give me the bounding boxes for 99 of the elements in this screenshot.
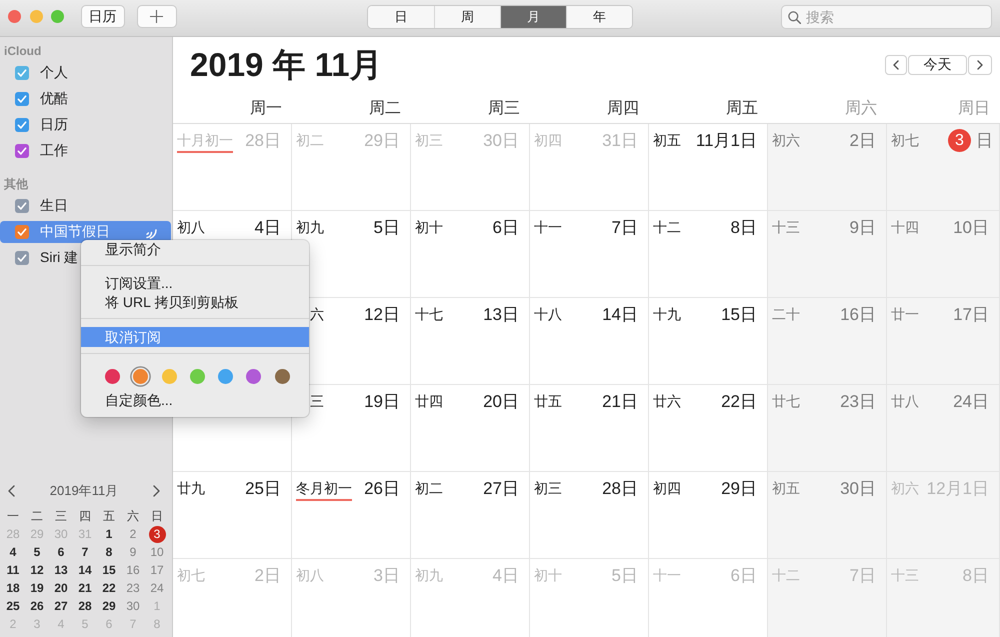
day-number: 31日 (602, 131, 638, 151)
weekday-label: 四 (79, 508, 91, 524)
lunar-date: 初七 (177, 566, 205, 585)
day-number: 13日 (483, 305, 519, 325)
lunar-date: 初六 (772, 131, 800, 150)
day-number: 7日 (612, 218, 638, 238)
day-number: 23日 (840, 392, 876, 412)
day-number: 9日 (850, 218, 876, 238)
day-number: 8日 (730, 218, 757, 238)
weekday-label: 周二 (369, 98, 401, 118)
weekday-label: 三 (55, 508, 67, 524)
day-number: 14日 (602, 305, 638, 325)
day-number: 21日 (602, 392, 638, 412)
lunar-date: 初二 (415, 479, 443, 498)
day-number: 12日 (364, 305, 400, 325)
lunar-date: 二十 (772, 305, 800, 324)
day-number: 5日 (374, 218, 400, 238)
weekday-label: 日 (151, 508, 163, 524)
lunar-date: 十三 (772, 218, 800, 237)
month-title: 2019 年 11月 (190, 45, 383, 85)
day-number: 4日 (254, 218, 281, 238)
lunar-date: 廿四 (415, 392, 443, 411)
lunar-date: 十七 (415, 305, 443, 324)
lunar-date: 十一 (534, 218, 562, 237)
lunar-date: 初十 (415, 218, 443, 237)
lunar-date: 初七 (891, 131, 919, 150)
day-number: 19日 (364, 392, 400, 412)
day-number: 2日 (254, 566, 281, 586)
day-number: 10日 (953, 218, 989, 238)
weekday-label: 周四 (607, 98, 639, 118)
lunar-date: 初三 (534, 479, 562, 498)
day-number: 4日 (492, 566, 519, 586)
day-number: 7日 (850, 566, 876, 586)
lunar-date: 十九 (653, 305, 681, 324)
lunar-date: 初九 (415, 566, 443, 585)
day-number: 17日 (953, 305, 989, 325)
weekday-label: 周日 (958, 98, 990, 118)
lunar-date: 初八 (296, 566, 324, 585)
lunar-date: 初五 (772, 479, 800, 498)
lunar-date: 初九 (296, 218, 324, 237)
lunar-date: 十一 (653, 566, 681, 585)
weekday-label: 周六 (845, 98, 877, 118)
lunar-date: 冬月初一 (296, 479, 352, 501)
lunar-date: 六 (309, 305, 324, 324)
lunar-date: 廿六 (653, 392, 681, 411)
day-number: 5日 (612, 566, 638, 586)
day-number: 29日 (364, 131, 400, 151)
lunar-date: 三 (309, 392, 324, 411)
lunar-date: 十四 (891, 218, 919, 237)
day-number: 25日 (245, 479, 281, 499)
day-number: 20日 (483, 392, 519, 412)
day-number: 15日 (721, 305, 757, 325)
day-number: 30日 (483, 131, 519, 151)
day-number: 2日 (850, 131, 876, 151)
day-number: 6日 (730, 566, 757, 586)
lunar-date: 初十 (534, 566, 562, 585)
lunar-date: 初五 (653, 131, 681, 150)
lunar-date: 廿五 (534, 392, 562, 411)
today-date: 3 (948, 129, 971, 152)
lunar-date: 廿七 (772, 392, 800, 411)
lunar-date: 廿一 (891, 305, 919, 324)
weekday-label: 五 (103, 508, 115, 524)
day-number: 28日 (602, 479, 638, 499)
day-number: 6日 (492, 218, 519, 238)
lunar-date: 初四 (653, 479, 681, 498)
day-number: 28日 (245, 131, 281, 151)
day-number: 8日 (962, 566, 989, 586)
lunar-date: 十二 (653, 218, 681, 237)
weekday-label: 周三 (488, 98, 520, 118)
day-number: 22日 (721, 392, 757, 412)
day-unit: 日 (976, 130, 993, 150)
day-number: 16日 (840, 305, 876, 325)
day-number: 24日 (953, 392, 989, 412)
lunar-date: 廿九 (177, 479, 205, 498)
lunar-date: 廿八 (891, 392, 919, 411)
day-number: 29日 (721, 479, 757, 499)
day-number: 11月1日 (696, 131, 757, 151)
weekday-label: 六 (127, 508, 139, 524)
lunar-date: 初四 (534, 131, 562, 150)
weekday-label: 周五 (726, 98, 758, 118)
day-number: 12月1日 (926, 479, 989, 499)
lunar-date: 初八 (177, 218, 205, 237)
weekday-label: 二 (31, 508, 43, 524)
section-header: 其他 (4, 177, 28, 191)
lunar-date: 初二 (296, 131, 324, 150)
day-number: 30日 (840, 479, 876, 499)
lunar-date: 初六 (891, 479, 919, 498)
weekday-label: 周一 (250, 98, 282, 118)
lunar-date: 十二 (772, 566, 800, 585)
lunar-date: 十月初一 (177, 131, 233, 153)
day-number: 26日 (364, 479, 400, 499)
day-number: 27日 (483, 479, 519, 499)
day-number: 3日 (374, 566, 400, 586)
lunar-date: 十八 (534, 305, 562, 324)
section-header: iCloud (4, 44, 42, 58)
mini-calendar-title: 2019年11月 (50, 482, 118, 500)
lunar-date: 初三 (415, 131, 443, 150)
lunar-date: 十三 (891, 566, 919, 585)
weekday-label: 一 (7, 508, 19, 524)
